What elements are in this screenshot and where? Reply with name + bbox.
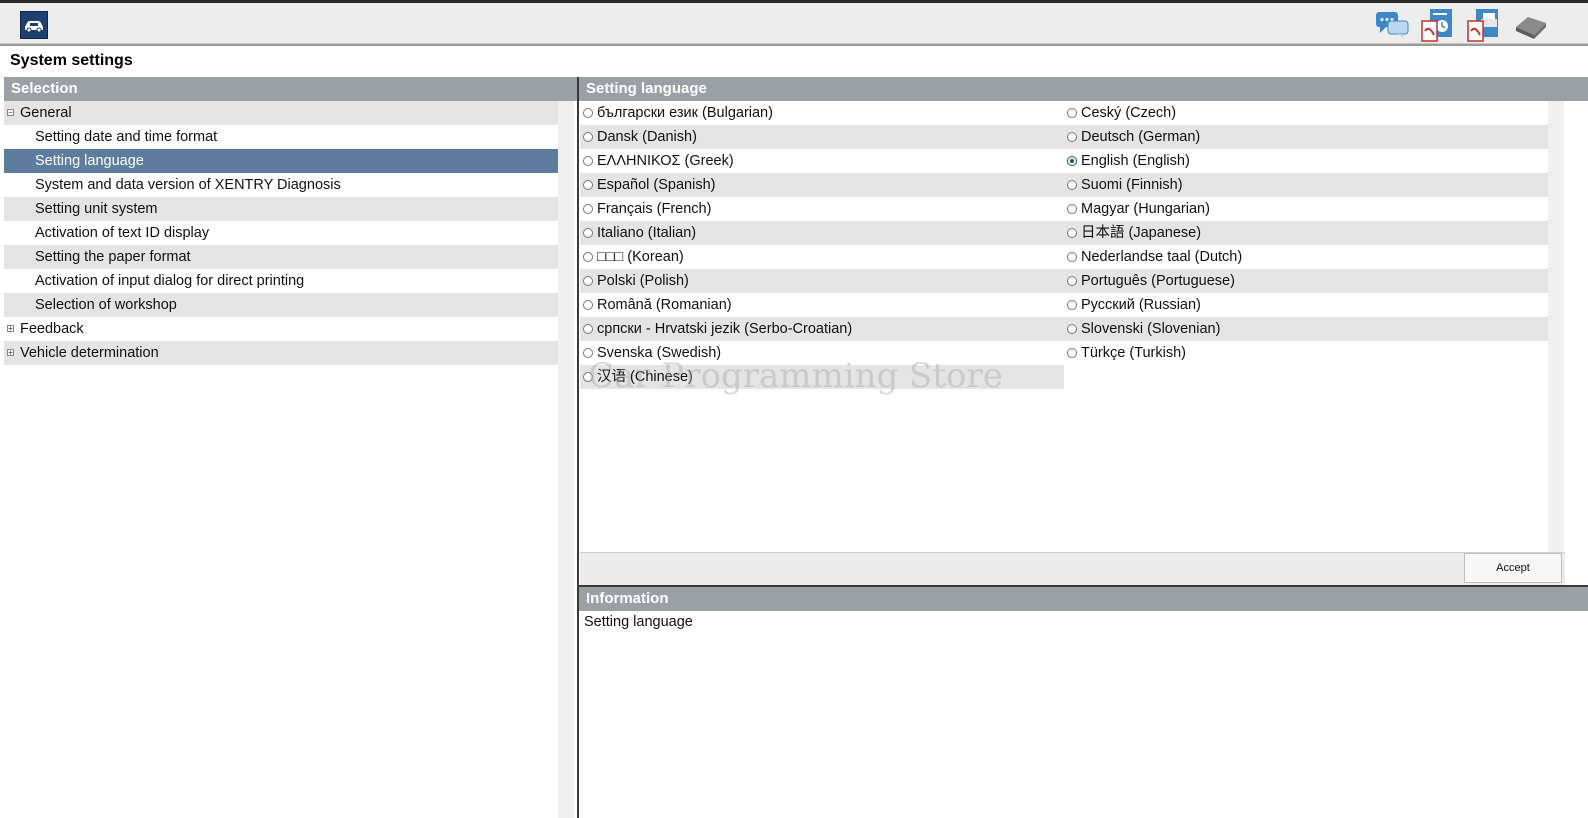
language-option-czech[interactable]: Ceský (Czech) <box>1064 101 1548 125</box>
selection-tree: − General Setting date and time format S… <box>4 101 574 818</box>
tree-item-setting-language[interactable]: Setting language <box>4 149 558 173</box>
radio-button[interactable] <box>1067 348 1077 358</box>
tree-item-general[interactable]: − General <box>4 101 558 125</box>
language-option-swedish[interactable]: Svenska (Swedish) <box>580 341 1064 365</box>
language-option-japanese[interactable]: 日本語 (Japanese) <box>1064 221 1548 245</box>
collapse-icon[interactable]: − <box>7 109 14 117</box>
language-option-slovenian[interactable]: Slovenski (Slovenian) <box>1064 317 1548 341</box>
language-option-chinese[interactable]: 汉语 (Chinese) <box>580 365 1064 389</box>
tree-item-system-data-version[interactable]: System and data version of XENTRY Diagno… <box>4 173 558 197</box>
language-option-romanian[interactable]: Română (Romanian) <box>580 293 1064 317</box>
radio-button[interactable] <box>583 108 593 118</box>
selection-header: Selection <box>4 77 577 101</box>
radio-button-selected[interactable] <box>1067 156 1077 166</box>
radio-button[interactable] <box>583 348 593 358</box>
panel-divider <box>577 77 579 818</box>
pdf-print-icon[interactable] <box>1466 7 1502 43</box>
radio-button[interactable] <box>1067 108 1077 118</box>
language-option-greek[interactable]: ΕΛΛΗΝΙΚΟΣ (Greek) <box>580 149 1064 173</box>
language-option-bulgarian[interactable]: български език (Bulgarian) <box>580 101 1064 125</box>
language-scrollbar[interactable] <box>1548 101 1564 552</box>
radio-button[interactable] <box>1067 252 1077 262</box>
radio-button[interactable] <box>583 372 593 382</box>
accept-button[interactable]: Accept <box>1464 553 1562 583</box>
radio-button[interactable] <box>583 300 593 310</box>
language-option-hungarian[interactable]: Magyar (Hungarian) <box>1064 197 1548 221</box>
page-title: System settings <box>10 52 133 69</box>
language-option-german[interactable]: Deutsch (German) <box>1064 125 1548 149</box>
language-option-portuguese[interactable]: Português (Portuguese) <box>1064 269 1548 293</box>
language-option-spanish[interactable]: Español (Spanish) <box>580 173 1064 197</box>
language-option-turkish[interactable]: Türkçe (Turkish) <box>1064 341 1548 365</box>
language-option-dutch[interactable]: Nederlandse taal (Dutch) <box>1064 245 1548 269</box>
language-option-russian[interactable]: Русский (Russian) <box>1064 293 1548 317</box>
tree-item-vehicle-determination[interactable]: + Vehicle determination <box>4 341 558 365</box>
radio-button[interactable] <box>1067 276 1077 286</box>
top-toolbar <box>0 0 1588 44</box>
radio-button[interactable] <box>583 156 593 166</box>
information-text: Setting language <box>584 614 693 630</box>
tree-item-feedback[interactable]: + Feedback <box>4 317 558 341</box>
tree-item-selection-of-workshop[interactable]: Selection of workshop <box>4 293 558 317</box>
language-option-english[interactable]: English (English) <box>1064 149 1548 173</box>
chat-help-icon[interactable] <box>1374 7 1410 43</box>
language-option-danish[interactable]: Dansk (Danish) <box>580 125 1064 149</box>
information-header: Information <box>579 587 1588 611</box>
radio-button[interactable] <box>583 204 593 214</box>
tree-item-text-id-display[interactable]: Activation of text ID display <box>4 221 558 245</box>
radio-button[interactable] <box>1067 228 1077 238</box>
radio-button[interactable] <box>1067 300 1077 310</box>
language-option-finnish[interactable]: Suomi (Finnish) <box>1064 173 1548 197</box>
radio-button[interactable] <box>583 180 593 190</box>
radio-button[interactable] <box>1067 204 1077 214</box>
tree-item-unit-system[interactable]: Setting unit system <box>4 197 558 221</box>
language-option-korean[interactable]: □□□ (Korean) <box>580 245 1064 269</box>
car-home-icon[interactable] <box>20 11 48 39</box>
radio-button[interactable] <box>1067 180 1077 190</box>
toolbar-divider <box>0 44 1588 46</box>
expand-icon[interactable]: + <box>7 325 14 333</box>
radio-button[interactable] <box>583 276 593 286</box>
selection-scrollbar[interactable] <box>558 101 574 818</box>
tree-item-direct-printing-dialog[interactable]: Activation of input dialog for direct pr… <box>4 269 558 293</box>
radio-button[interactable] <box>1067 132 1077 142</box>
radio-button[interactable] <box>583 252 593 262</box>
button-strip <box>580 552 1565 585</box>
radio-button[interactable] <box>583 228 593 238</box>
language-header: Setting language <box>579 77 1588 101</box>
radio-button[interactable] <box>1067 324 1077 334</box>
language-option-polish[interactable]: Polski (Polish) <box>580 269 1064 293</box>
radio-button[interactable] <box>583 324 593 334</box>
printer-icon[interactable] <box>1512 7 1548 43</box>
language-option-serbo-croatian[interactable]: српски - Hrvatski jezik (Serbo-Croatian) <box>580 317 1064 341</box>
pdf-history-icon[interactable] <box>1420 7 1456 43</box>
radio-button[interactable] <box>583 132 593 142</box>
tree-item-paper-format[interactable]: Setting the paper format <box>4 245 558 269</box>
language-option-french[interactable]: Français (French) <box>580 197 1064 221</box>
tree-item-date-time-format[interactable]: Setting date and time format <box>4 125 558 149</box>
language-option-italian[interactable]: Italiano (Italian) <box>580 221 1064 245</box>
expand-icon[interactable]: + <box>7 349 14 357</box>
